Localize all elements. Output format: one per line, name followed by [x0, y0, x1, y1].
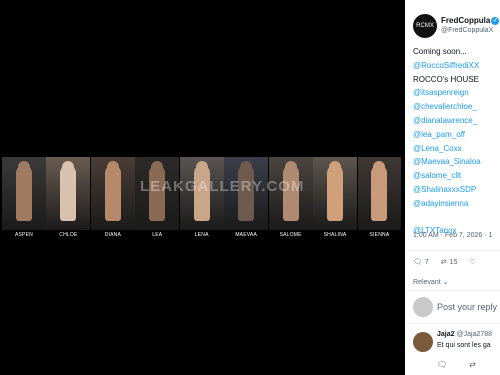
model-name: MAEVAA [235, 232, 257, 238]
divider [405, 323, 500, 324]
figure [15, 165, 32, 221]
reply-actions: 🗨 ⇄ [437, 360, 476, 369]
model-name: SHALINA [323, 232, 347, 238]
reply-sort-label: Relevant [413, 279, 441, 286]
heart-icon: ♡ [469, 259, 476, 266]
model-name: CHLOE [59, 232, 78, 238]
author-handle[interactable]: @FredCoppulaX [441, 27, 493, 34]
figure [60, 165, 77, 221]
reply-author-name[interactable]: Jaja2 [437, 331, 455, 338]
author-display-name[interactable]: FredCoppula [441, 16, 490, 25]
author-avatar[interactable]: RCMX [413, 14, 437, 38]
mention-link[interactable]: @Lena_Coxx [413, 142, 481, 156]
tweet-line: Coming soon... [413, 47, 467, 56]
media-viewer[interactable]: ASPEN CHLOE DIANA LEA LENA MAEVAA SALOME SHALIN… [0, 0, 405, 375]
model-name: ASPEN [14, 232, 33, 238]
reply-count: 7 [424, 258, 429, 266]
reply-author-handle[interactable]: @Jaja2788 [457, 331, 493, 338]
reply-author[interactable]: Jaja2 @Jaja2788 [437, 331, 492, 338]
reply-sort-dropdown[interactable]: Relevant ⌄ [413, 278, 448, 286]
model-photo [357, 157, 402, 230]
chevron-down-icon: ⌄ [442, 279, 449, 286]
figure-head [240, 161, 253, 173]
figure [327, 165, 344, 221]
mention-link[interactable]: @salome_cllt [413, 169, 481, 183]
figure-head [106, 161, 119, 173]
repost-icon: ⇄ [440, 259, 447, 266]
repost-button[interactable]: ⇄ 15 [440, 258, 458, 267]
reply-text: Et qui sont les ga [437, 342, 491, 349]
model-name: DIANA [104, 232, 121, 238]
model-photo [313, 157, 357, 230]
figure-head [284, 161, 297, 173]
figure-head [195, 161, 208, 173]
mention-link[interactable]: @dianalawrence_ [413, 114, 481, 128]
tweet-actions: 🗨 7 ⇄ 15 ♡ [413, 258, 476, 267]
reply-author-avatar[interactable] [413, 332, 433, 352]
watermark: LEAKGALLERY.COM [140, 178, 305, 195]
divider [405, 250, 500, 251]
mention-link[interactable]: @itsaspenreign [413, 86, 481, 100]
tweet-timestamp[interactable]: 1:00 AM · Feb 7, 2026 · 1 [413, 232, 492, 239]
figure-head [62, 161, 75, 173]
model-name: SIENNA [369, 232, 390, 238]
model-name-row: ASPEN CHLOE DIANA LEA LENA MAEVAA SALOME SHALIN… [2, 232, 402, 238]
figure [371, 165, 388, 221]
author-name[interactable]: FredCoppula ✓ [441, 16, 500, 25]
model-photo [90, 157, 135, 230]
mention-link[interactable]: @adayinsienna [413, 197, 481, 211]
figure-head [329, 161, 342, 173]
figure-head [151, 161, 164, 173]
mention-link[interactable]: @lea_pam_off [413, 128, 481, 142]
mention-link[interactable]: @Maevaa_Sinaloa [413, 155, 481, 169]
reply-icon: 🗨 [413, 259, 422, 266]
tweet-line [413, 211, 481, 225]
verified-badge-icon: ✓ [491, 16, 500, 25]
mention-link[interactable]: @ShalinaxxxSDP [413, 183, 481, 197]
mention-link[interactable]: @chevalierchloe_ [413, 100, 481, 114]
divider [405, 290, 500, 291]
model-name: SALOME [279, 232, 302, 238]
tweet-panel: RCMX FredCoppula ✓ @FredCoppulaX Coming s… [405, 0, 500, 375]
figure-head [373, 161, 386, 173]
figure-head [17, 161, 30, 173]
tweet-text: Coming soon... @RoccoSiffrediXX ROCCO's HO… [413, 45, 481, 238]
reply-reply-icon[interactable]: 🗨 [437, 360, 447, 369]
repost-count: 15 [449, 258, 458, 266]
reply-repost-icon[interactable]: ⇄ [469, 360, 476, 369]
tweet-line: ROCCO's HOUSE [413, 74, 479, 84]
like-button[interactable]: ♡ [469, 258, 475, 266]
mention-link[interactable]: @RoccoSiffrediXX [413, 59, 481, 73]
reply-input[interactable]: Post your reply [437, 302, 497, 312]
model-name: LENA [194, 232, 209, 238]
model-photo [2, 157, 46, 230]
model-name: LEA [152, 232, 163, 238]
model-photo [46, 157, 91, 230]
figure [104, 165, 121, 221]
reply-button[interactable]: 🗨 7 [413, 258, 429, 267]
current-user-avatar [413, 297, 433, 317]
